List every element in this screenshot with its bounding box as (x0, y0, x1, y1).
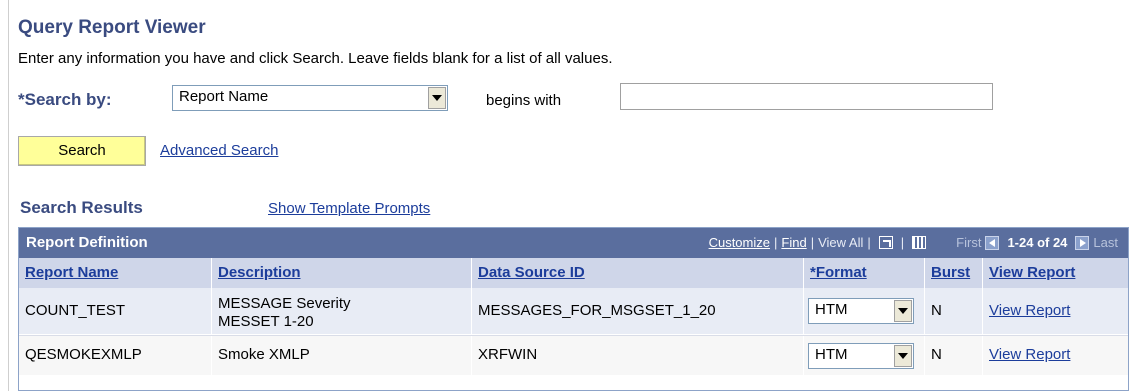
column-header-report-name[interactable]: Report Name (19, 258, 212, 288)
view-all-text: View All (818, 235, 864, 250)
cell-report-name: COUNT_TEST (19, 288, 212, 334)
page-frame-border (8, 0, 9, 391)
column-header-view-report[interactable]: View Report (983, 258, 1128, 288)
view-report-link[interactable]: View Report (989, 346, 1070, 363)
format-selected-value: HTM (815, 346, 848, 363)
format-select[interactable]: HTM (808, 298, 914, 324)
nav-separator: | (900, 235, 905, 250)
cell-data-source-id: MESSAGES_FOR_MSGSET_1_20 (472, 288, 804, 334)
cell-description: MESSAGE Severity MESSET 1-20 (212, 288, 472, 334)
cell-view-report: View Report (983, 336, 1128, 375)
grid-navigation: Customize | Find | View All | | First 1-… (709, 235, 1118, 250)
show-template-prompts-link[interactable]: Show Template Prompts (268, 200, 430, 217)
zoom-grid-icon[interactable] (878, 236, 893, 249)
column-header-burst[interactable]: Burst (925, 258, 983, 288)
instructions-text: Enter any information you have and click… (18, 50, 613, 67)
search-by-selected-value: Report Name (179, 88, 269, 105)
dropdown-arrow-icon[interactable] (894, 300, 912, 322)
table-row: QESMOKEXMLP Smoke XMLP XRFWIN HTM N View… (19, 335, 1128, 375)
last-text: Last (1093, 235, 1118, 250)
cell-view-report: View Report (983, 288, 1128, 334)
description-line-1: MESSAGE Severity (218, 295, 351, 312)
search-results-title: Search Results (20, 198, 143, 217)
nav-separator: | (810, 235, 815, 250)
search-value-input[interactable] (620, 83, 993, 110)
search-by-select[interactable]: Report Name (172, 85, 448, 111)
search-by-text: Search by: (24, 90, 112, 109)
cell-report-name: QESMOKEXMLP (19, 336, 212, 375)
advanced-search-link[interactable]: Advanced Search (160, 142, 278, 159)
first-text: First (956, 235, 982, 250)
download-spreadsheet-icon[interactable] (912, 236, 927, 249)
row-range: 1-24 of 24 (1007, 235, 1068, 250)
dropdown-arrow-icon[interactable] (428, 87, 446, 109)
search-button[interactable]: Search (18, 136, 146, 166)
dropdown-arrow-icon[interactable] (894, 345, 912, 367)
format-selected-value: HTM (815, 301, 848, 318)
column-header-description[interactable]: Description (212, 258, 472, 288)
next-arrow-icon[interactable] (1075, 235, 1090, 250)
customize-link[interactable]: Customize (709, 235, 770, 250)
operator-label: begins with (486, 92, 562, 109)
description-line-2: MESSET 1-20 (218, 313, 314, 330)
column-header-format[interactable]: *Format (804, 258, 925, 288)
nav-separator: | (867, 235, 871, 250)
cell-burst: N (925, 288, 983, 334)
table-row: COUNT_TEST MESSAGE Severity MESSET 1-20 M… (19, 288, 1128, 334)
grid-header-bar: Report Definition Customize | Find | Vie… (19, 228, 1128, 258)
find-link[interactable]: Find (781, 235, 806, 250)
format-select[interactable]: HTM (808, 343, 914, 369)
required-marker: * (18, 90, 25, 109)
cell-format: HTM (804, 288, 925, 334)
cell-description: Smoke XMLP (212, 336, 472, 375)
cell-data-source-id: XRFWIN (472, 336, 804, 375)
cell-format: HTM (804, 336, 925, 375)
previous-arrow-icon[interactable] (985, 235, 1000, 250)
cell-burst: N (925, 336, 983, 375)
page-title: Query Report Viewer (18, 17, 206, 38)
column-header-data-source-id[interactable]: Data Source ID (472, 258, 804, 288)
view-report-link[interactable]: View Report (989, 302, 1070, 319)
grid-caption: Report Definition (26, 234, 148, 251)
search-by-label: *Search by: (18, 90, 112, 110)
report-definition-grid: Report Definition Customize | Find | Vie… (18, 227, 1129, 391)
nav-separator: | (774, 235, 778, 250)
